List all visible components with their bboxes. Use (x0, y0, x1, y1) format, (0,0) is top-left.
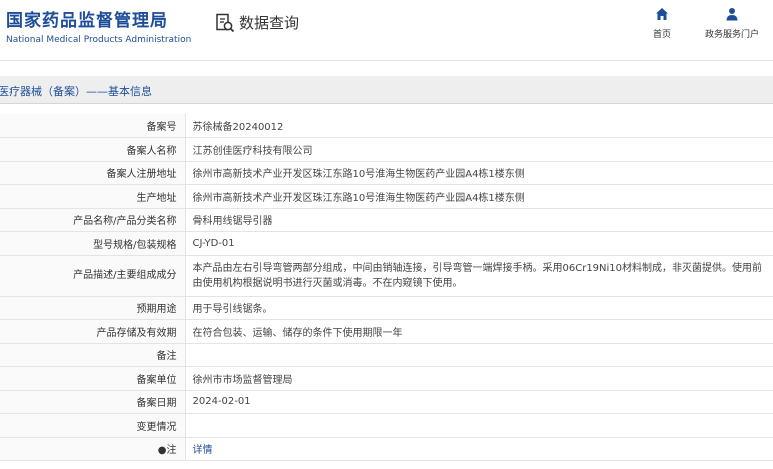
section-title: 医疗器械（备案）——基本信息 (0, 85, 152, 98)
field-value: 江苏创佳医疗科技有限公司 (185, 137, 773, 162)
field-label: 备案人注册地址 (0, 161, 186, 185)
field-value: 在符合包装、运输、储存的条件下使用期限一年 (185, 319, 773, 344)
table-row: 备案人名称 江苏创佳医疗科技有限公司 (0, 137, 773, 162)
field-value: 本产品由左右引导弯管两部分组成，中间由销轴连接，引导弯管一端焊接手柄。采用06C… (185, 255, 773, 297)
user-icon (726, 8, 738, 21)
table-row: ●注 详情 (0, 437, 773, 461)
data-query-title: 数据查询 (215, 12, 299, 33)
details-link[interactable]: 详情 (193, 445, 213, 456)
table-row: 变更情况 (0, 413, 773, 438)
site-header: 国家药品监督管理局 National Medical Products Admi… (0, 0, 773, 60)
field-label: ●注 (0, 437, 186, 461)
field-label: 备案日期 (0, 390, 186, 414)
field-label: 产品存储及有效期 (0, 319, 186, 344)
table-row: 预期用途 用于导引线锯条。 (0, 296, 773, 320)
logo-chinese: 国家药品监督管理局 (6, 11, 168, 31)
table-row: 产品描述/主要组成成分 本产品由左右引导弯管两部分组成，中间由销轴连接，引导弯管… (0, 255, 773, 297)
field-label: 生产地址 (0, 184, 186, 209)
nav-home[interactable]: 首页 (627, 7, 697, 40)
nav-gov-services[interactable]: 政务服务门户 (697, 7, 767, 40)
field-value: 徐州市市场监督管理局 (185, 366, 773, 391)
field-label: 备案人名称 (0, 137, 186, 162)
table-row: 型号规格/包装规格 CJ-YD-01 (0, 231, 773, 256)
field-label: 变更情况 (0, 413, 186, 438)
table-row: 备案单位 徐州市市场监督管理局 (0, 366, 773, 391)
field-value (185, 413, 773, 438)
field-value: 苏徐械备20240012 (185, 114, 773, 138)
table-row: 备案日期 2024-02-01 (0, 390, 773, 414)
document-search-icon (216, 13, 235, 32)
field-label: 备注 (0, 343, 186, 367)
data-query-label: 数据查询 (239, 14, 300, 32)
table-row: 产品名称/产品分类名称 骨科用线锯导引器 (0, 208, 773, 232)
field-label: 备案单位 (0, 366, 186, 391)
site-logo[interactable]: 国家药品监督管理局 National Medical Products Admi… (6, 6, 191, 45)
nav-gov-services-label: 政务服务门户 (704, 30, 759, 40)
logo-english: National Medical Products Administration (6, 35, 192, 45)
table-row: 备案人注册地址 徐州市高新技术产业开发区珠江东路10号淮海生物医药产业园A4栋1… (0, 161, 773, 185)
header-divider (0, 60, 773, 61)
table-row: 生产地址 徐州市高新技术产业开发区珠江东路10号淮海生物医药产业园A4栋1楼东侧 (0, 184, 773, 209)
field-label: 产品名称/产品分类名称 (0, 208, 186, 232)
field-value: 2024-02-01 (185, 390, 773, 414)
section-header: 医疗器械（备案）——基本信息 (0, 76, 773, 104)
table-row: 备案号 苏徐械备20240012 (0, 114, 773, 138)
field-value: 徐州市高新技术产业开发区珠江东路10号淮海生物医药产业园A4栋1楼东侧 (185, 184, 773, 209)
field-label: 备案号 (0, 114, 186, 138)
field-value: CJ-YD-01 (185, 231, 773, 256)
field-label: 预期用途 (0, 296, 186, 320)
table-row: 备注 (0, 343, 773, 367)
home-icon (656, 8, 668, 20)
field-label: 产品描述/主要组成成分 (0, 255, 186, 297)
field-value (185, 343, 773, 367)
detail-table: 备案号 苏徐械备20240012 备案人名称 江苏创佳医疗科技有限公司 备案人注… (0, 114, 773, 461)
nav-home-label: 首页 (652, 30, 671, 40)
field-value: 徐州市高新技术产业开发区珠江东路10号淮海生物医药产业园A4栋1楼东侧 (185, 161, 773, 185)
table-row: 产品存储及有效期 在符合包装、运输、储存的条件下使用期限一年 (0, 319, 773, 344)
field-value: 骨科用线锯导引器 (185, 208, 773, 232)
field-label: 型号规格/包装规格 (0, 231, 186, 256)
field-value: 用于导引线锯条。 (185, 296, 773, 320)
